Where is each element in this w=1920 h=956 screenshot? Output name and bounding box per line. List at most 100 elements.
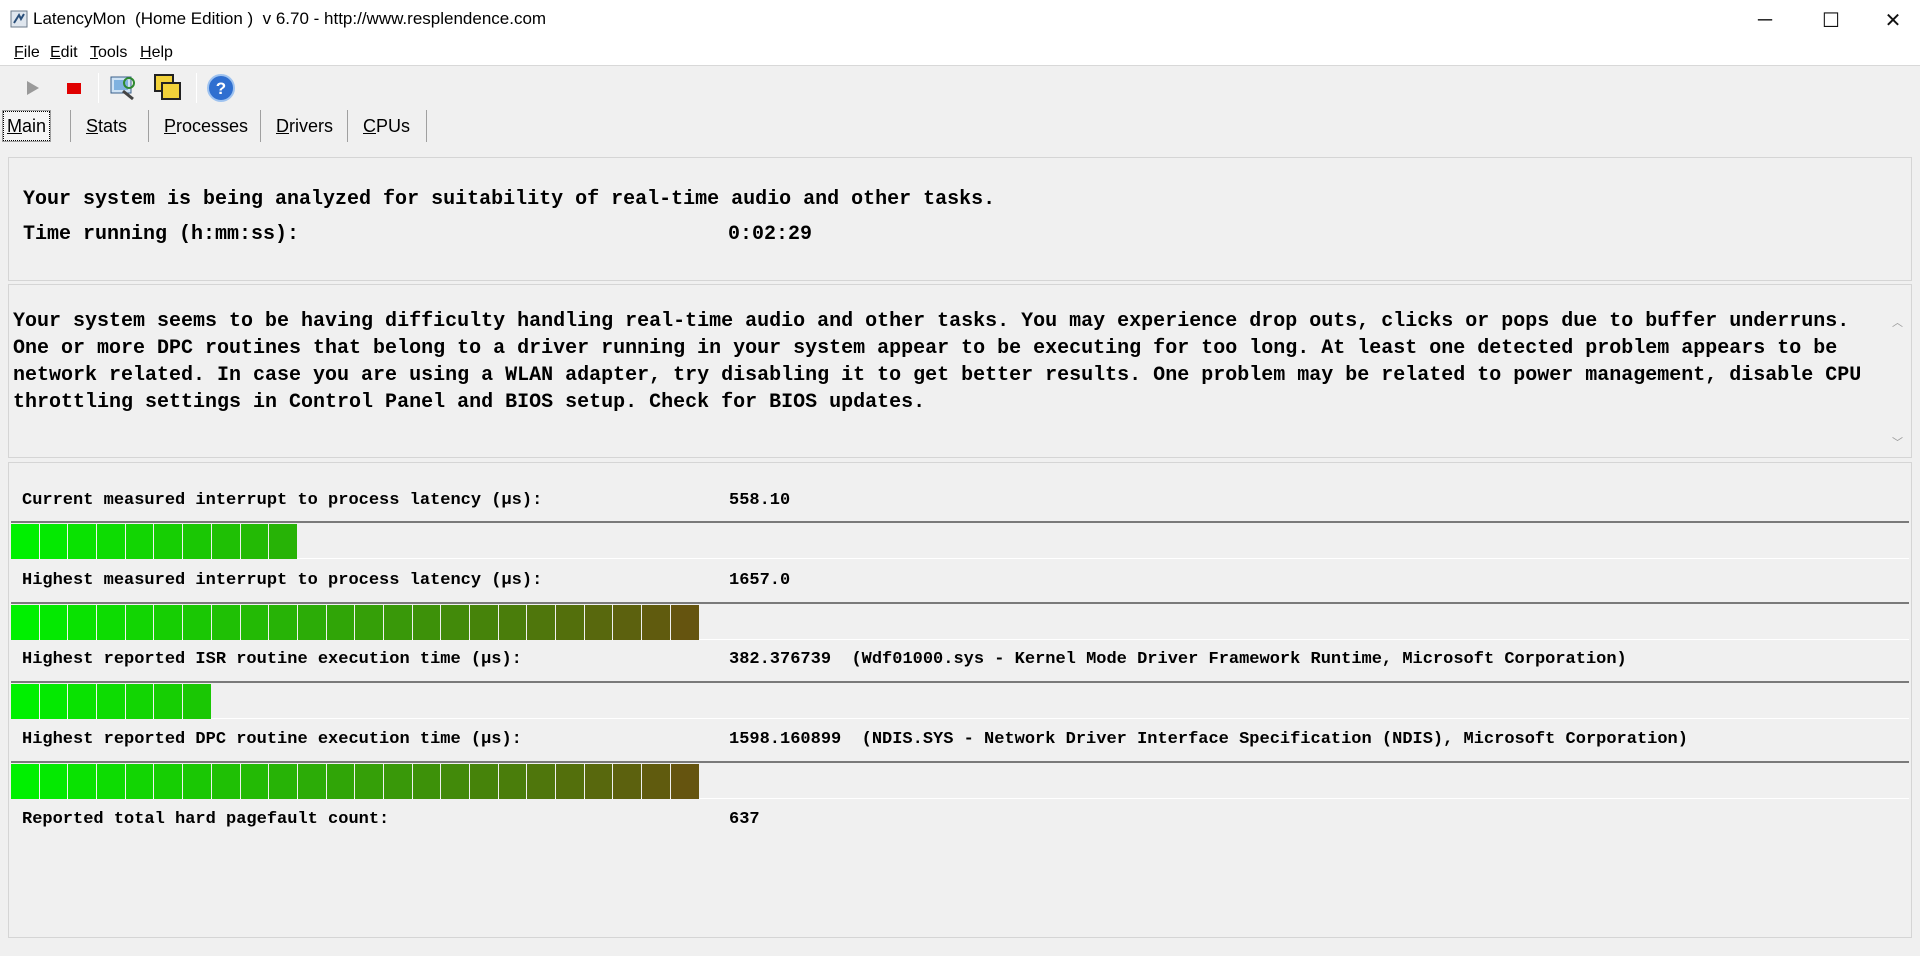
bar-segment <box>355 764 383 799</box>
bar-segment <box>125 524 154 559</box>
menu-edit[interactable]: Edit <box>50 44 78 62</box>
status-panel <box>8 157 1912 281</box>
metric-detail: (Wdf01000.sys - Kernel Mode Driver Frame… <box>851 650 1627 669</box>
tab-stats[interactable]: Stats <box>86 110 127 142</box>
time-running-label: Time running (h:mm:ss): <box>23 223 300 246</box>
bar-segment <box>642 764 670 799</box>
svg-text:?: ? <box>216 79 226 98</box>
toolbar-separator <box>196 73 197 103</box>
bar-fill <box>11 764 700 799</box>
tab-drivers[interactable]: Drivers <box>276 110 333 142</box>
bar-segment <box>154 524 183 559</box>
tab-separator <box>347 110 348 142</box>
bar-segment <box>240 605 269 640</box>
minimize-button[interactable]: ─ <box>1735 0 1795 40</box>
title-bar: LatencyMon (Home Edition ) v 6.70 - http… <box>0 0 1920 40</box>
maximize-button[interactable]: ☐ <box>1801 0 1861 40</box>
isr-bar <box>11 681 1909 719</box>
bar-segment <box>68 524 97 559</box>
play-button[interactable] <box>16 72 48 104</box>
metric-label: Highest reported ISR routine execution t… <box>22 650 522 669</box>
tab-separator <box>148 110 149 142</box>
bar-segment <box>470 605 498 640</box>
metric-label: Current measured interrupt to process la… <box>22 491 543 510</box>
analyze-button[interactable] <box>108 72 140 104</box>
analyze-icon <box>110 76 135 101</box>
stop-button[interactable] <box>58 72 90 104</box>
help-icon: ? <box>207 74 235 102</box>
bar-segment <box>97 524 125 559</box>
bar-segment <box>269 764 297 799</box>
menu-file[interactable]: File <box>14 44 40 62</box>
bar-segment <box>383 764 412 799</box>
bar-segment <box>68 605 97 640</box>
bar-segment <box>39 524 68 559</box>
bar-segment <box>383 605 412 640</box>
menu-bar: File Edit Tools Help <box>0 40 1920 66</box>
bar-segment <box>584 764 613 799</box>
bar-segment <box>527 764 556 799</box>
bar-segment <box>670 605 699 640</box>
bar-fill <box>11 684 212 719</box>
menu-tools[interactable]: Tools <box>90 44 127 62</box>
tab-processes[interactable]: Processes <box>164 110 248 142</box>
bar-segment <box>68 684 97 719</box>
menu-help[interactable]: Help <box>140 44 173 62</box>
bar-segment <box>11 684 39 719</box>
bar-segment <box>269 605 297 640</box>
bar-fill <box>11 524 298 559</box>
metric-value: 637 <box>729 810 760 829</box>
scroll-down-icon[interactable]: ﹀ <box>1892 434 1903 450</box>
bar-segment <box>584 605 613 640</box>
bar-segment <box>11 605 39 640</box>
tab-cpus[interactable]: C PUs <box>363 110 410 142</box>
bar-segment <box>498 764 527 799</box>
bar-segment <box>68 764 97 799</box>
bar-segment <box>642 605 670 640</box>
stop-icon <box>67 83 81 94</box>
bar-segment <box>97 764 125 799</box>
bar-segment <box>326 764 355 799</box>
scroll-up-icon[interactable]: ︿ <box>1892 314 1903 330</box>
metric-value: 558.10 <box>729 491 791 510</box>
metric-value: 1657.0 <box>729 571 791 590</box>
bar-segment <box>39 605 68 640</box>
bar-segment <box>613 605 642 640</box>
bar-segment <box>355 605 383 640</box>
bar-segment <box>183 605 211 640</box>
bar-segment <box>240 524 269 559</box>
metric-value: 382.376739 (Wdf01000.sys - Kernel Mode D… <box>729 650 1627 669</box>
window-title: LatencyMon (Home Edition ) v 6.70 - http… <box>33 9 547 28</box>
bar-segment <box>97 684 125 719</box>
bar-segment <box>125 684 154 719</box>
bar-fill <box>11 605 700 640</box>
close-button[interactable]: ✕ <box>1863 0 1920 40</box>
metric-detail: (NDIS.SYS - Network Driver Interface Spe… <box>861 730 1688 749</box>
status-message: Your system is being analyzed for suitab… <box>23 188 996 211</box>
help-button[interactable]: ? <box>205 72 237 104</box>
bar-segment <box>412 605 441 640</box>
tab-separator <box>70 110 71 142</box>
bar-segment <box>39 684 68 719</box>
bar-segment <box>556 605 584 640</box>
bar-segment <box>11 524 39 559</box>
latency-bar <box>11 602 1909 640</box>
windows-icon <box>154 74 181 100</box>
diagnosis-message: Your system seems to be having difficult… <box>13 310 1862 414</box>
bar-segment <box>211 524 240 559</box>
bar-segment <box>556 764 584 799</box>
bar-segment <box>326 605 355 640</box>
play-icon <box>27 81 39 95</box>
toolbar-separator <box>98 73 99 103</box>
tab-main[interactable]: Main <box>2 110 52 142</box>
bar-segment <box>470 764 498 799</box>
bar-segment <box>125 605 154 640</box>
bar-segment <box>39 764 68 799</box>
bar-segment <box>125 764 154 799</box>
bar-segment <box>154 684 183 719</box>
bar-segment <box>154 605 183 640</box>
message-scrollbar[interactable]: ︿ ﹀ <box>1888 310 1908 456</box>
metric-label: Highest measured interrupt to process la… <box>22 571 543 590</box>
windows-button[interactable] <box>152 72 184 104</box>
bar-segment <box>527 605 556 640</box>
